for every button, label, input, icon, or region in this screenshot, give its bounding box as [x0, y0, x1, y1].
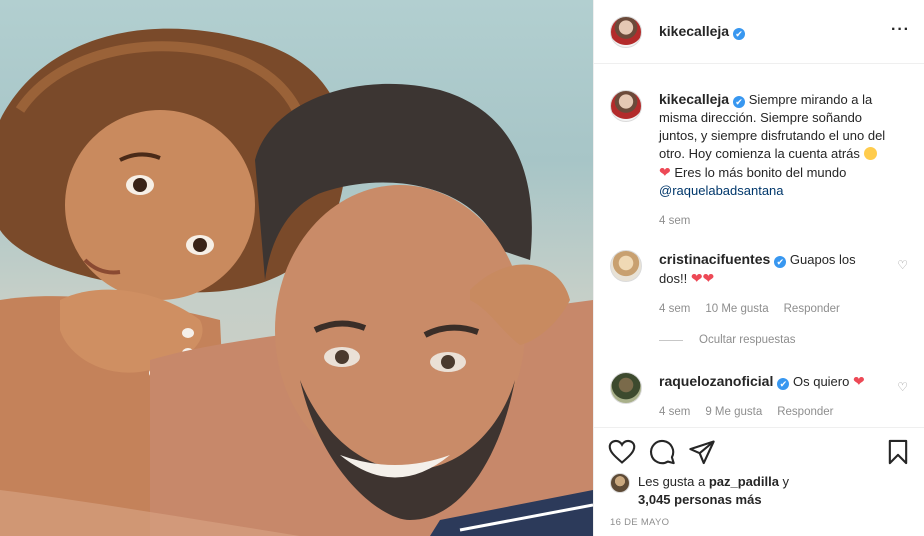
likes-prefix: Les gusta a — [638, 474, 706, 489]
liker-avatar[interactable] — [610, 473, 630, 493]
reply-button[interactable]: Responder — [784, 300, 840, 318]
comment-meta: 4 sem 9 Me gusta Responder — [659, 403, 886, 421]
comment-likes[interactable]: 9 Me gusta — [705, 403, 762, 421]
post-photo[interactable] — [0, 0, 593, 536]
comment-time[interactable]: 4 sem — [659, 403, 690, 421]
comment-bubble-icon[interactable] — [648, 438, 676, 466]
caption-username[interactable]: kikecalleja ✔ — [659, 91, 746, 108]
comment-like-heart-icon[interactable]: ♡ — [897, 380, 908, 394]
comment-likes[interactable]: 10 Me gusta — [705, 300, 768, 318]
wink-tongue-emoji-icon — [863, 147, 877, 160]
commenter-username[interactable]: raquelozanoficial ✔ — [659, 373, 790, 390]
caption-time[interactable]: 4 sem — [659, 212, 690, 230]
action-bar — [594, 428, 924, 476]
verified-badge-icon: ✔ — [733, 28, 746, 40]
caption-mention-link[interactable]: @raquelabadsantana — [659, 183, 784, 198]
caption-text-2: Eres lo más bonito del mundo — [674, 165, 847, 180]
hide-replies-toggle[interactable]: Ocultar respuestas — [659, 334, 796, 346]
caption-avatar[interactable] — [610, 90, 642, 122]
verified-badge-icon: ✔ — [777, 378, 790, 390]
post-actions-area: Les gusta a paz_padilla y 3,045 personas… — [594, 427, 924, 528]
post-sidebar: kikecalleja ✔ ··· kikecalleja ✔ Siempre mi… — [593, 0, 924, 536]
reply-button[interactable]: Responder — [777, 403, 833, 421]
likes-count[interactable]: 3,045 personas más — [638, 492, 762, 507]
photo-illustration — [0, 28, 593, 536]
divider-line — [659, 339, 683, 341]
commenter-username[interactable]: cristinacifuentes ✔ — [659, 251, 787, 268]
post-header: kikecalleja ✔ ··· — [594, 0, 924, 64]
hide-replies-label[interactable]: Ocultar respuestas — [699, 334, 796, 346]
paper-plane-icon[interactable] — [688, 438, 716, 466]
comment-meta: 4 sem 10 Me gusta Responder — [659, 300, 886, 318]
caption: kikecalleja ✔ Siempre mirando a la misma … — [610, 90, 908, 230]
liker-username[interactable]: paz_padilla — [709, 474, 779, 489]
commenter-avatar[interactable] — [610, 250, 642, 282]
comment-body: cristinacifuentes ✔ Guapos los dos!! ❤❤ 4… — [659, 250, 908, 318]
likes-text: Les gusta a paz_padilla y 3,045 personas… — [638, 473, 789, 509]
red-heart-emoji-icon: ❤ — [702, 270, 715, 286]
more-options-icon[interactable]: ··· — [891, 22, 910, 38]
verified-badge-icon: ✔ — [774, 256, 787, 268]
likes-suffix: y — [782, 474, 790, 489]
verified-badge-icon: ✔ — [733, 96, 746, 108]
instagram-post-view: kikecalleja ✔ ··· kikecalleja ✔ Siempre mi… — [0, 0, 924, 536]
author-username[interactable]: kikecalleja ✔ — [659, 23, 746, 40]
likes-summary: Les gusta a paz_padilla y 3,045 personas… — [610, 473, 789, 509]
comment-time[interactable]: 4 sem — [659, 300, 690, 318]
heart-outline-icon[interactable] — [608, 438, 636, 466]
comments-list: kikecalleja ✔ Siempre mirando a la misma … — [594, 64, 924, 426]
red-heart-emoji-icon: ❤ — [659, 164, 671, 180]
comment-body: raquelozanoficial ✔ Os quiero ❤ 4 sem 9 M… — [659, 372, 908, 421]
post-date[interactable]: 16 DE MAYO — [610, 517, 669, 528]
comment-text: Os quiero — [792, 374, 850, 389]
caption-meta: 4 sem — [659, 212, 886, 230]
comment-like-heart-icon[interactable]: ♡ — [897, 258, 908, 272]
commenter-avatar[interactable] — [610, 372, 642, 404]
author-avatar[interactable] — [610, 15, 642, 48]
comment-item: cristinacifuentes ✔ Guapos los dos!! ❤❤ 4… — [610, 250, 908, 318]
caption-body: kikecalleja ✔ Siempre mirando a la misma … — [659, 90, 908, 230]
red-heart-emoji-icon: ❤ — [852, 373, 865, 389]
bookmark-icon[interactable] — [884, 438, 912, 466]
red-heart-emoji-icon: ❤ — [690, 270, 703, 286]
comment-item: raquelozanoficial ✔ Os quiero ❤ 4 sem 9 M… — [610, 372, 908, 421]
